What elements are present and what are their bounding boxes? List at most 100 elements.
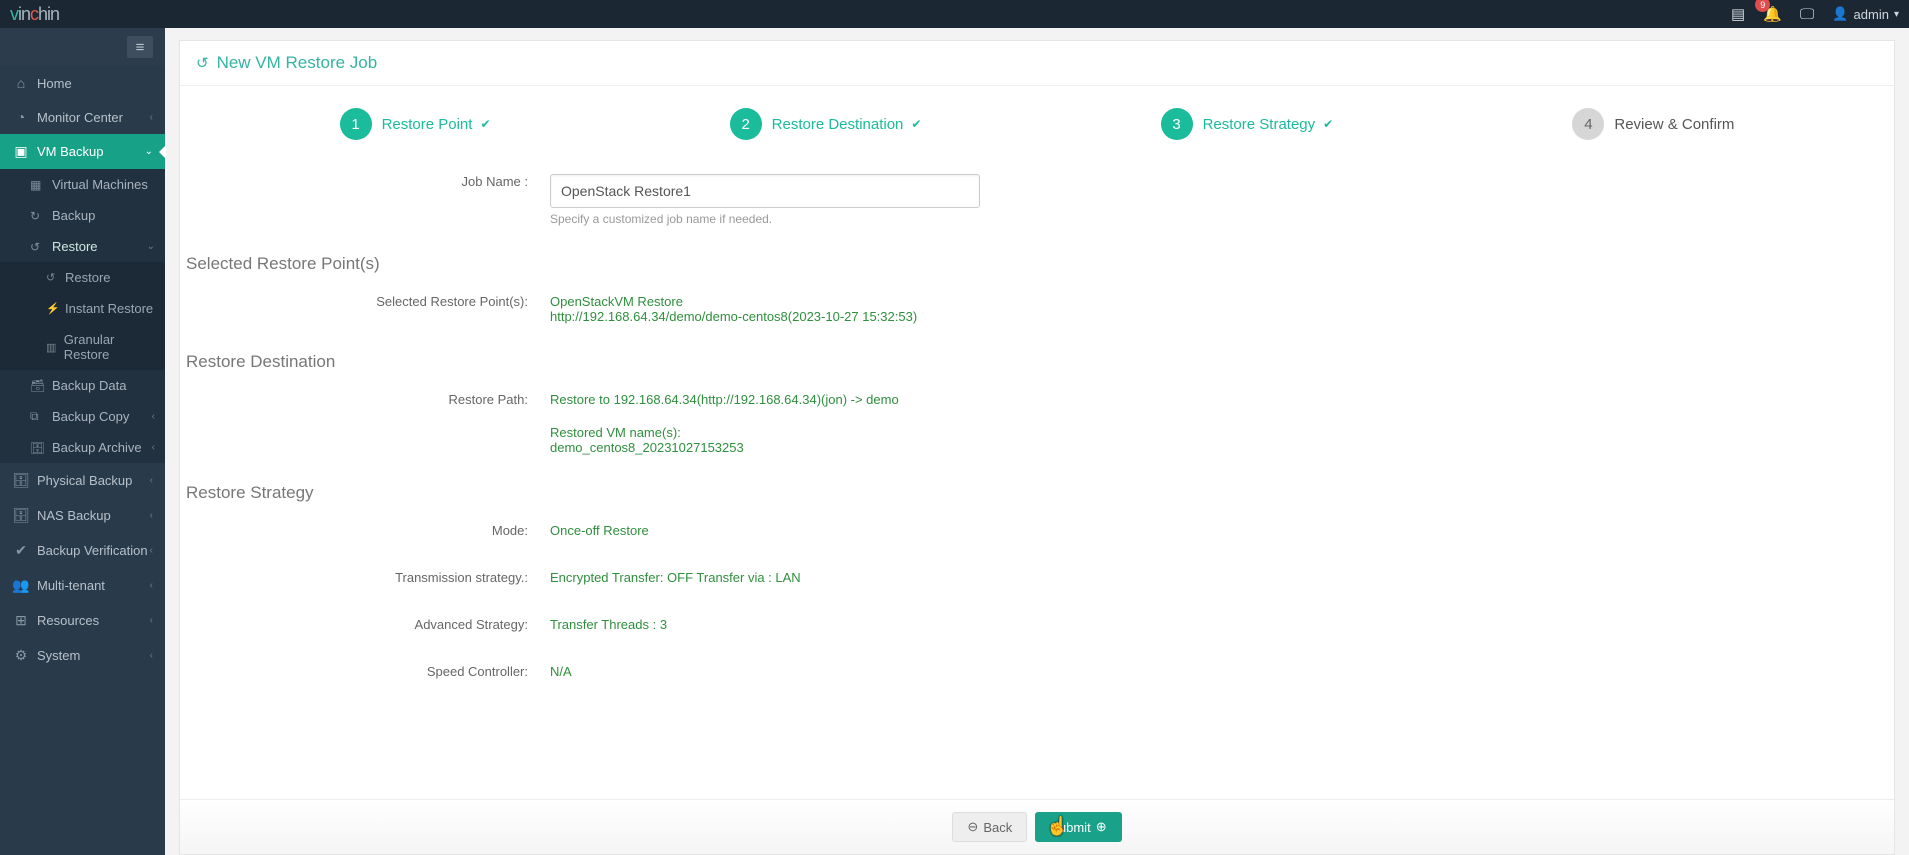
sidebar-item-label: Instant Restore: [65, 301, 153, 316]
user-icon: 👤: [1832, 6, 1848, 22]
sidebar-item-backup-data[interactable]: 🗃 Backup Data: [0, 370, 165, 401]
restore-icon: ↺: [46, 271, 60, 284]
sidebar-item-label: Backup Data: [52, 378, 126, 393]
chevron-left-icon: ‹: [150, 650, 153, 661]
sidebar-item-granular-restore[interactable]: ▥ Granular Restore: [0, 324, 165, 370]
step-label: Review & Confirm: [1614, 116, 1734, 133]
sidebar-item-label: System: [37, 648, 80, 663]
chevron-left-icon: ‹: [150, 475, 153, 486]
sidebar-item-backup-archive[interactable]: 🗄 Backup Archive ‹: [0, 432, 165, 463]
label-advanced: Advanced Strategy:: [180, 611, 550, 632]
task-icon[interactable]: ▤: [1731, 5, 1745, 23]
wizard-footer: ⊖ Back Submit ⊕ ☝: [180, 799, 1894, 854]
sidebar-item-backup-verification[interactable]: ✔ Backup Verification ‹: [0, 533, 165, 568]
sidebar-item-backup[interactable]: ↻ Backup: [0, 200, 165, 231]
nas-icon: 🗄: [12, 507, 30, 524]
sidebar-item-instant-restore[interactable]: ⚡ Instant Restore: [0, 293, 165, 324]
step-restore-point[interactable]: 1 Restore Point ✔: [340, 108, 491, 140]
chevron-left-icon: ‹: [150, 510, 153, 521]
sidebar: ≡ ⌂ Home ◔ Monitor Center ‹ ▣ VM Backup …: [0, 28, 165, 855]
chevron-down-icon: ⌄: [147, 241, 155, 252]
sidebar-item-label: Resources: [37, 613, 99, 628]
step-number: 4: [1572, 108, 1604, 140]
label-transmission: Transmission strategy.:: [180, 564, 550, 585]
back-button[interactable]: ⊖ Back: [952, 812, 1027, 842]
sidebar-item-label: Restore: [52, 239, 98, 254]
sidebar-item-label: VM Backup: [37, 144, 103, 159]
vms-icon: ▦: [30, 178, 46, 192]
sidebar-item-system[interactable]: ⚙ System ‹: [0, 638, 165, 673]
user-menu[interactable]: 👤 admin ▾: [1832, 6, 1899, 22]
sidebar-item-label: Home: [37, 76, 72, 91]
sidebar-item-home[interactable]: ⌂ Home: [0, 66, 165, 100]
arrow-left-icon: ⊖: [967, 819, 978, 835]
server-icon: 🗄: [12, 472, 30, 489]
sidebar-item-label: Physical Backup: [37, 473, 132, 488]
sidebar-item-label: NAS Backup: [37, 508, 111, 523]
alert-badge: 9: [1755, 0, 1770, 12]
step-restore-destination[interactable]: 2 Restore Destination ✔: [730, 108, 922, 140]
bell-icon[interactable]: 🔔9: [1763, 5, 1782, 23]
sidebar-item-vmbackup[interactable]: ▣ VM Backup ⌄: [0, 134, 165, 169]
step-review-confirm: 4 Review & Confirm: [1572, 108, 1734, 140]
step-label: Restore Point: [382, 116, 473, 133]
label-speed: Speed Controller:: [180, 658, 550, 679]
sidebar-item-label: Virtual Machines: [52, 177, 148, 192]
content-area: ↺ New VM Restore Job 1 Restore Point ✔ 2…: [165, 28, 1909, 855]
chevron-down-icon: ▾: [1894, 9, 1899, 20]
sidebar-item-monitor[interactable]: ◔ Monitor Center ‹: [0, 100, 165, 134]
step-number: 1: [340, 108, 372, 140]
sidebar-item-restore[interactable]: ↺ Restore ⌄: [0, 231, 165, 262]
monitor-icon: ◔: [12, 109, 30, 125]
restore-icon: ↺: [196, 54, 209, 72]
topbar: vinchin ▤ 🔔9 🖵 👤 admin ▾: [0, 0, 1909, 28]
sidebar-item-label: Backup Archive: [52, 440, 142, 455]
sidebar-item-label: Granular Restore: [64, 332, 155, 362]
step-number: 2: [730, 108, 762, 140]
verify-icon: ✔: [12, 542, 30, 559]
help-text: Specify a customized job name if needed.: [550, 208, 1894, 226]
copy-icon: ⧉: [30, 409, 46, 424]
tenant-icon: 👥: [12, 577, 30, 594]
value-speed: N/A: [550, 658, 1894, 679]
sidebar-item-backup-copy[interactable]: ⧉ Backup Copy ‹: [0, 401, 165, 432]
sidebar-item-label: Backup Verification: [37, 543, 148, 558]
sidebar-item-restore-sub[interactable]: ↺ Restore: [0, 262, 165, 293]
sidebar-item-nas-backup[interactable]: 🗄 NAS Backup ‹: [0, 498, 165, 533]
step-label: Restore Destination: [772, 116, 904, 133]
label-job-name: Job Name :: [180, 168, 550, 189]
step-number: 3: [1161, 108, 1193, 140]
label-restore-path: Restore Path:: [180, 386, 550, 407]
submit-button-label: Submit: [1050, 820, 1090, 835]
back-button-label: Back: [983, 820, 1012, 835]
sidebar-item-label: Backup Copy: [52, 409, 129, 424]
step-label: Restore Strategy: [1203, 116, 1316, 133]
section-restore-points: Selected Restore Point(s): [180, 240, 1894, 282]
wizard-steps: 1 Restore Point ✔ 2 Restore Destination …: [180, 86, 1894, 162]
sidebar-item-label: Restore: [65, 270, 111, 285]
section-restore-strategy: Restore Strategy: [180, 469, 1894, 511]
instant-icon: ⚡: [46, 302, 60, 315]
sidebar-item-physical-backup[interactable]: 🗄 Physical Backup ‹: [0, 463, 165, 498]
sidebar-item-multi-tenant[interactable]: 👥 Multi-tenant ‹: [0, 568, 165, 603]
page-title-text: New VM Restore Job: [217, 53, 378, 73]
job-name-input[interactable]: [550, 174, 980, 208]
check-icon: ✔: [911, 117, 921, 131]
label-selected-restore-points: Selected Restore Point(s):: [180, 288, 550, 309]
step-restore-strategy[interactable]: 3 Restore Strategy ✔: [1161, 108, 1334, 140]
arrow-right-icon: ⊕: [1096, 819, 1107, 835]
resources-icon: ⊞: [12, 612, 30, 629]
sidebar-item-resources[interactable]: ⊞ Resources ‹: [0, 603, 165, 638]
section-restore-destination: Restore Destination: [180, 338, 1894, 380]
backup-icon: ↻: [30, 209, 46, 223]
check-icon: ✔: [1323, 117, 1333, 131]
sidebar-toggle-row: ≡: [0, 28, 165, 66]
sidebar-item-label: Multi-tenant: [37, 578, 105, 593]
submit-button[interactable]: Submit ⊕: [1035, 812, 1121, 842]
chevron-left-icon: ‹: [150, 580, 153, 591]
screen-icon[interactable]: 🖵: [1800, 6, 1814, 23]
value-advanced: Transfer Threads : 3: [550, 611, 1894, 632]
sidebar-item-label: Backup: [52, 208, 95, 223]
sidebar-toggle-button[interactable]: ≡: [127, 36, 153, 58]
sidebar-item-virtual-machines[interactable]: ▦ Virtual Machines: [0, 169, 165, 200]
